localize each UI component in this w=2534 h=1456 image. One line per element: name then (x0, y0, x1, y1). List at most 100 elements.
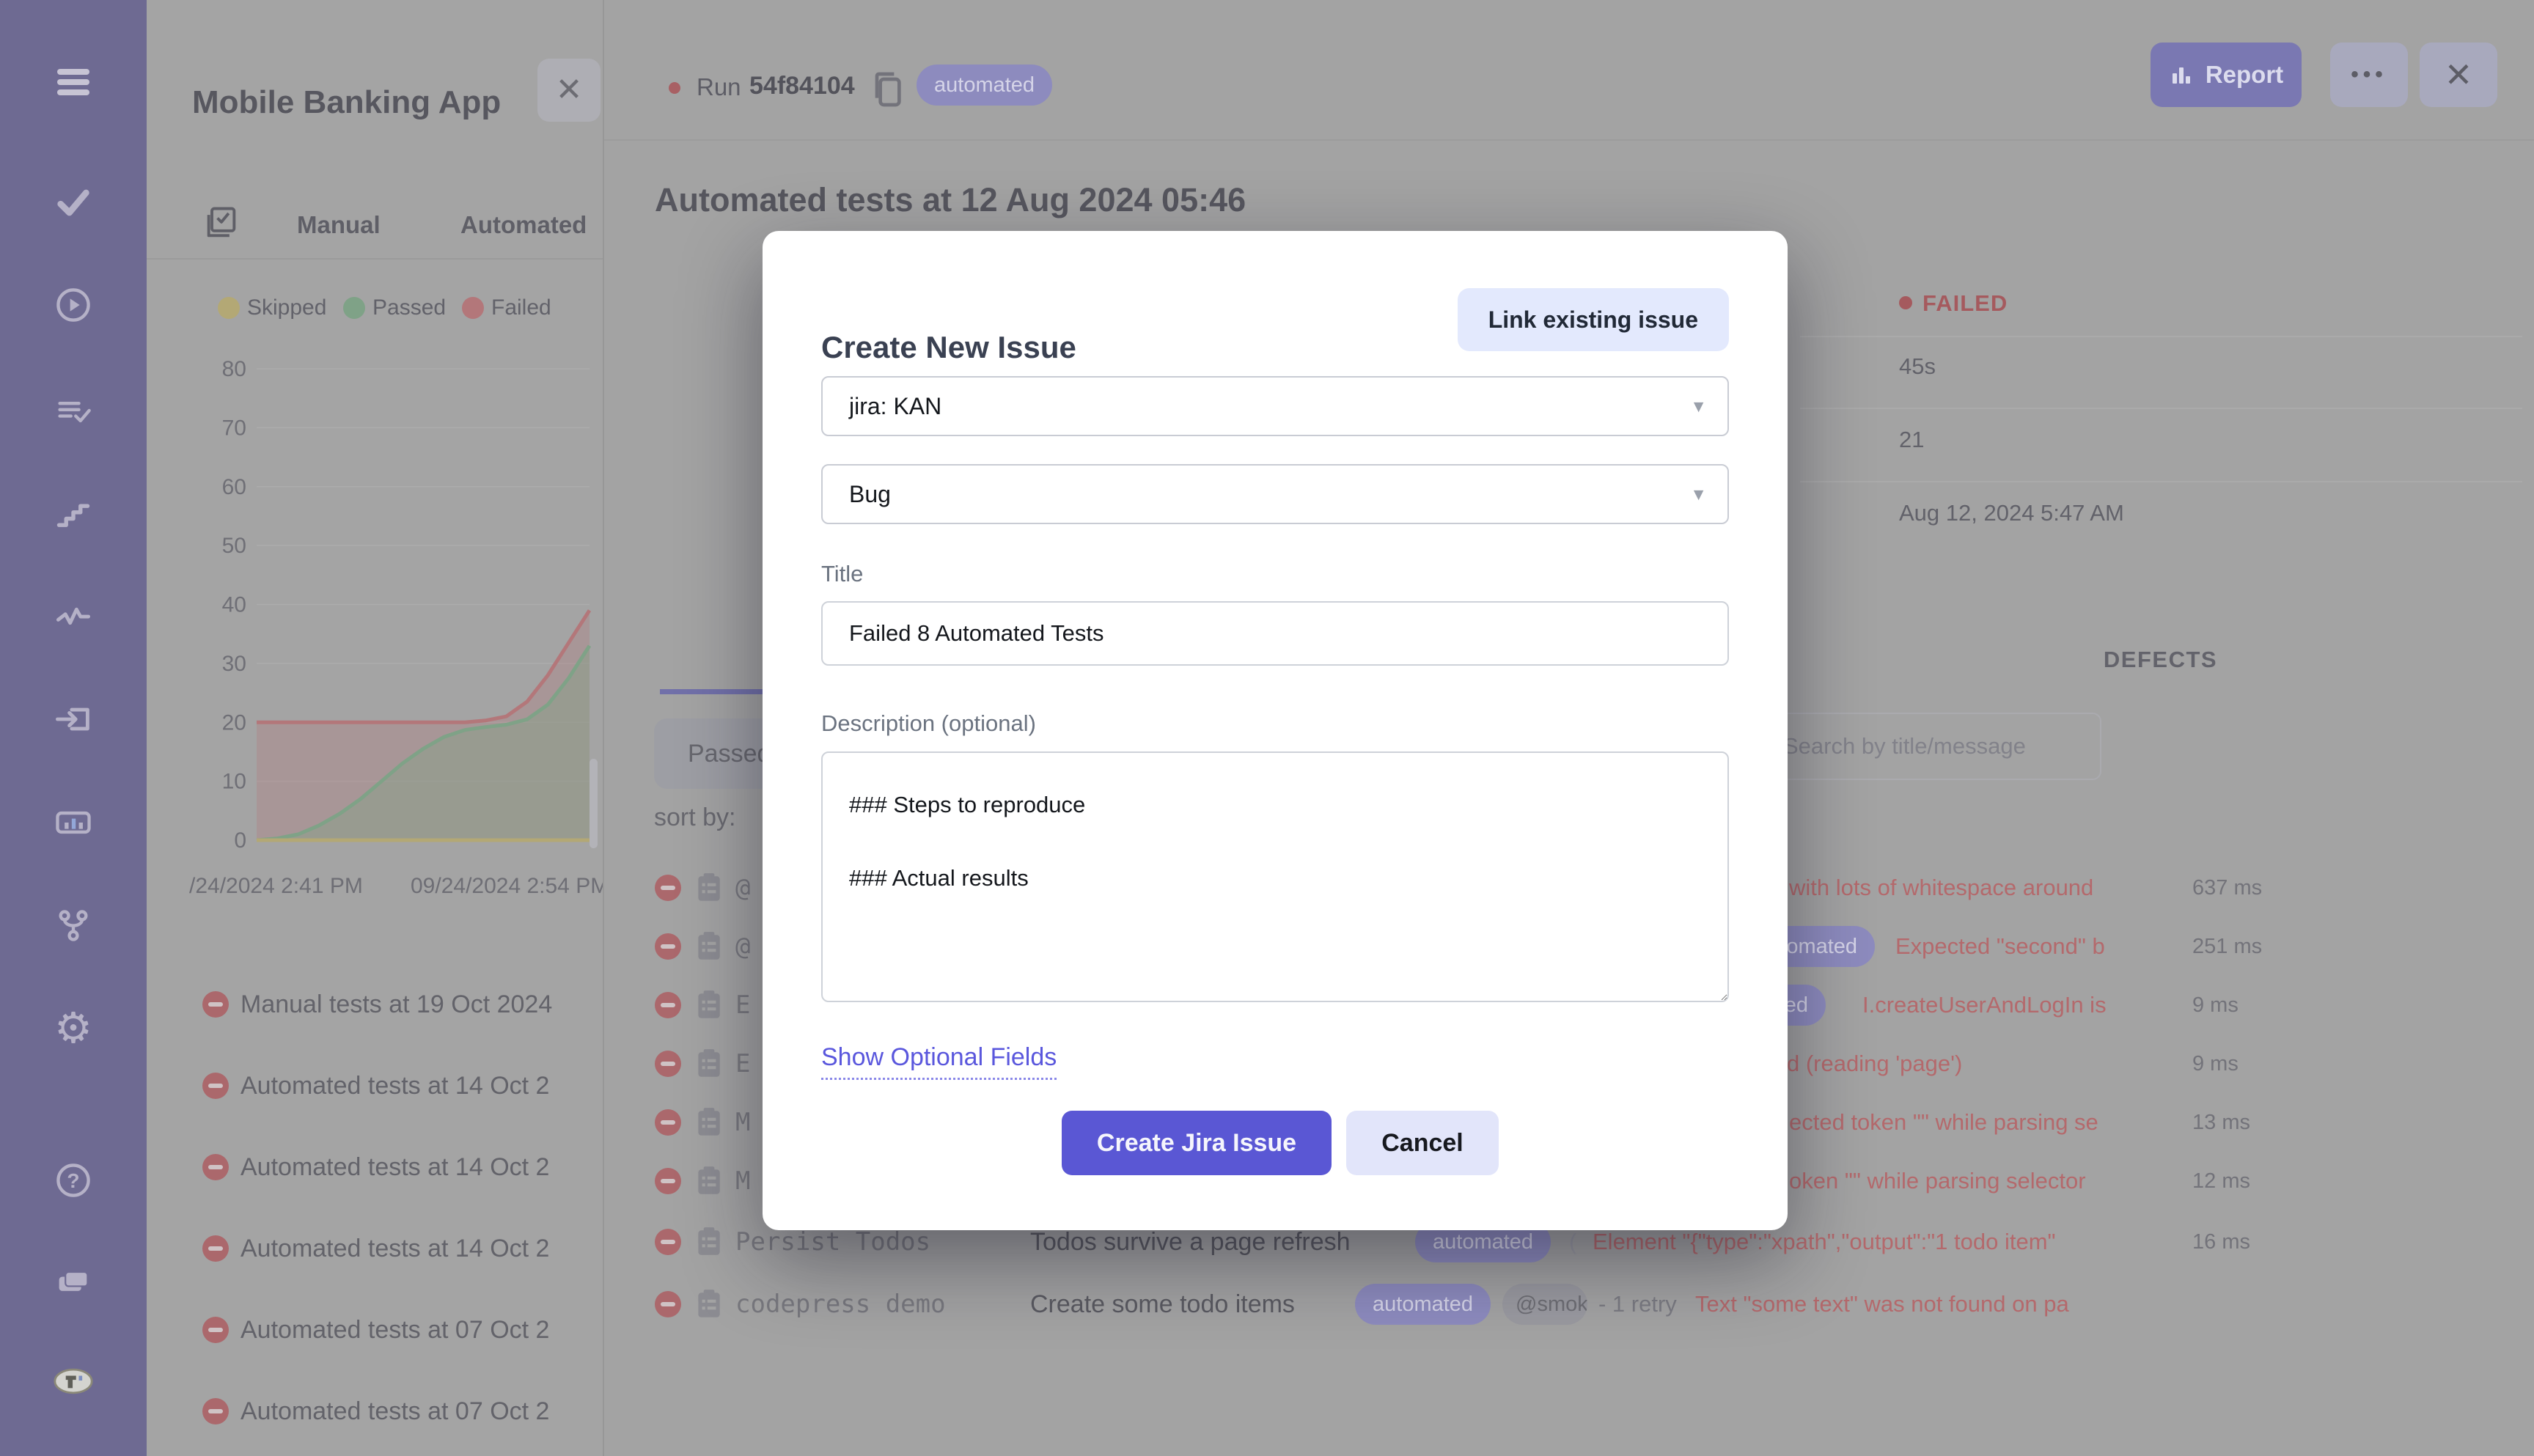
more-actions-button[interactable]: ••• (2330, 43, 2408, 107)
run-list-item-label: Automated tests at 14 Oct 2 (240, 1153, 550, 1181)
run-finished-at: Aug 12, 2024 5:47 AM (1899, 500, 2124, 526)
description-textarea[interactable]: ### Steps to reproduce ### Actual result… (821, 751, 1729, 1002)
run-list-item[interactable]: Automated tests at 14 Oct 2 (147, 1059, 603, 1112)
run-duration: 45s (1899, 353, 1936, 379)
duration: 13 ms (2192, 1111, 2250, 1134)
failed-status-dot (1899, 296, 1912, 309)
defects-search (1766, 713, 2101, 780)
trend-area-chart: 0 10 20 30 40 50 60 70 80 (222, 358, 592, 853)
report-chart-icon[interactable] (53, 802, 94, 843)
menu-icon[interactable] (53, 62, 94, 103)
modal-title: Create New Issue (821, 329, 1076, 364)
run-list-item[interactable]: Automated tests at 14 Oct 2 (147, 1222, 603, 1275)
title-label: Title (821, 561, 864, 587)
passed-dot (343, 297, 365, 319)
show-optional-fields-link[interactable]: Show Optional Fields (821, 1043, 1057, 1080)
topbar-divider (604, 139, 2534, 141)
play-circle-icon[interactable] (53, 284, 94, 326)
failed-test-icon (655, 1229, 681, 1255)
error-message: oken "" while parsing selector (1789, 1168, 2086, 1194)
report-button-label: Report (2205, 61, 2284, 88)
issue-type-select[interactable]: Bug ▼ (821, 464, 1729, 524)
run-list-item-label: Manual tests at 19 Oct 2024 (240, 990, 553, 1018)
run-status-dot (669, 82, 680, 94)
failed-run-icon (202, 1398, 229, 1424)
duration: 12 ms (2192, 1169, 2250, 1193)
run-list-item[interactable]: Automated tests at 14 Oct 2 (147, 1141, 603, 1194)
duration: 9 ms (2192, 1052, 2239, 1076)
tab-manual[interactable]: Manual (297, 211, 381, 239)
steps-icon[interactable] (53, 493, 94, 534)
legend-item-failed: Failed (462, 295, 551, 320)
test-title: Create some todo items (1030, 1290, 1295, 1318)
test-runs-icon (202, 204, 240, 246)
cancel-button[interactable]: Cancel (1346, 1111, 1499, 1175)
tab-automated[interactable]: Automated (460, 211, 587, 239)
tabs-divider (147, 258, 603, 260)
report-button[interactable]: Report (2151, 43, 2302, 107)
error-message: Expected "second" b (1895, 933, 2105, 959)
failed-test-icon (655, 1109, 681, 1136)
error-message: d (reading 'page') (1787, 1051, 1963, 1076)
run-list-item[interactable]: Manual tests at 19 Oct 2024 (147, 978, 603, 1031)
panel-scrollbar[interactable] (590, 759, 598, 848)
check-icon[interactable] (53, 182, 94, 223)
import-icon[interactable] (53, 699, 94, 740)
suite-name: @ (735, 932, 751, 961)
run-heading: Automated tests at 12 Aug 2024 05:46 (655, 181, 1246, 219)
suite-name: @ (735, 873, 751, 902)
suite-name: E (735, 1049, 751, 1078)
clipboard-icon (694, 1048, 724, 1084)
svg-text:0: 0 (234, 828, 246, 853)
project-select[interactable]: jira: KAN ▼ (821, 376, 1729, 436)
clipboard-icon (694, 1288, 724, 1324)
app-logo[interactable] (53, 1361, 94, 1402)
automated-badge: automated (1355, 1284, 1491, 1325)
x-axis-label-end: 09/24/2024 2:54 PM (411, 874, 604, 898)
run-list-item-label: Automated tests at 07 Oct 2 (240, 1397, 550, 1425)
failed-run-icon (202, 1073, 229, 1099)
failed-test-icon (655, 1168, 681, 1194)
run-list-item-label: Automated tests at 07 Oct 2 (240, 1316, 550, 1344)
create-jira-issue-button[interactable]: Create Jira Issue (1062, 1111, 1332, 1175)
legend-item-skipped: Skipped (218, 295, 326, 320)
issue-title-input[interactable] (821, 601, 1729, 666)
sidebar: ⚙ ? (0, 0, 147, 1456)
svg-text:10: 10 (222, 770, 246, 794)
failed-test-icon (655, 933, 681, 960)
retry-label: - 1 retry (1598, 1291, 1677, 1317)
clipboard-icon (694, 1165, 724, 1201)
svg-text:80: 80 (222, 358, 246, 381)
run-list-item[interactable]: Automated tests at 07 Oct 2 (147, 1385, 603, 1438)
svg-text:?: ? (67, 1169, 79, 1192)
defects-search-input[interactable] (1767, 714, 2100, 779)
clipboard-icon (694, 872, 724, 908)
run-label: Run (697, 73, 741, 100)
test-list-icon[interactable] (53, 391, 94, 432)
legend-item-passed: Passed (343, 295, 447, 320)
gear-icon[interactable]: ⚙ (53, 1007, 94, 1049)
pulse-icon[interactable] (53, 596, 94, 637)
divider (1800, 408, 2522, 409)
error-message: I.createUserAndLogIn is (1862, 992, 2107, 1018)
duration: 637 ms (2192, 876, 2263, 900)
legend-label: Passed (372, 295, 447, 320)
help-icon[interactable]: ? (53, 1160, 94, 1201)
run-list-item[interactable]: Automated tests at 07 Oct 2 (147, 1304, 603, 1356)
bar-chart-icon (2172, 67, 2190, 84)
svg-text:40: 40 (222, 593, 246, 617)
close-project-panel-button[interactable]: ✕ (537, 59, 601, 122)
failed-run-icon (202, 1154, 229, 1180)
failed-test-icon (655, 1291, 681, 1317)
project-panel: Mobile Banking App ✕ Manual Automated Sk… (147, 0, 604, 1456)
projects-icon[interactable] (53, 1261, 94, 1302)
copy-icon[interactable] (868, 69, 906, 114)
link-existing-issue-button[interactable]: Link existing issue (1457, 288, 1729, 351)
chevron-down-icon: ▼ (1690, 485, 1707, 504)
create-issue-modal: Create New Issue Link existing issue jir… (763, 231, 1788, 1230)
close-run-button[interactable]: ✕ (2420, 43, 2497, 107)
app-root: ⚙ ? Mobile Banking App ✕ Manual Automate… (0, 0, 2534, 1456)
suite-name: codepress demo (735, 1290, 946, 1319)
tag-badge: @smok (1502, 1284, 1587, 1325)
branch-icon[interactable] (53, 905, 94, 946)
